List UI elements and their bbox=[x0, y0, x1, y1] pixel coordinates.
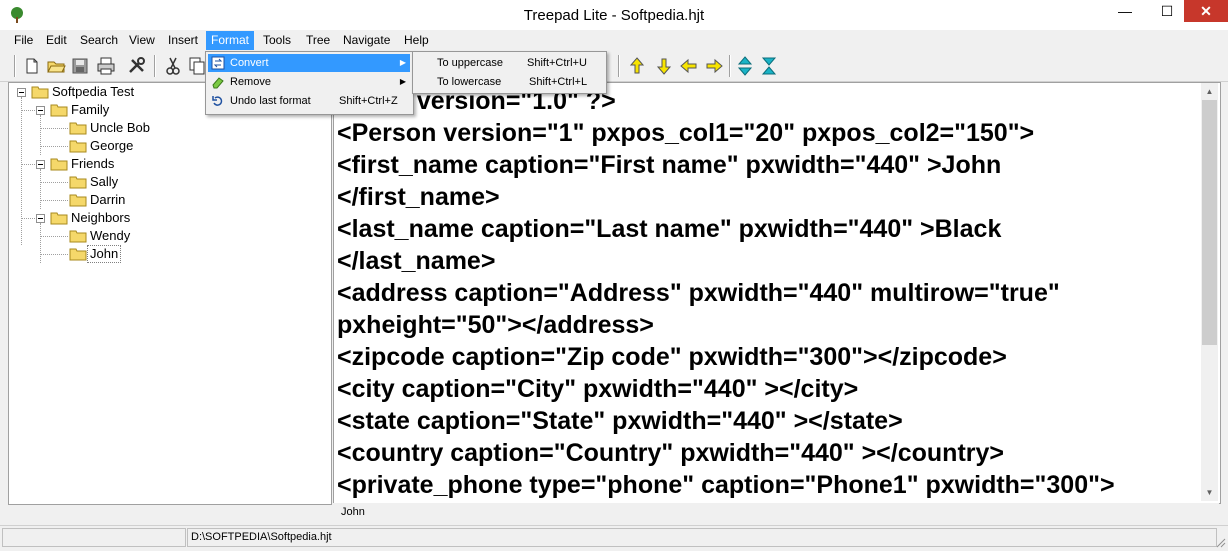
menu-format[interactable]: Format bbox=[206, 31, 255, 50]
convert-to-uppercase[interactable]: To uppercase Shift+Ctrl+U bbox=[415, 54, 603, 72]
eraser-icon bbox=[212, 77, 224, 89]
submenu-arrow-icon: ▶ bbox=[399, 77, 406, 86]
menu-insert[interactable]: Insert bbox=[163, 31, 203, 50]
tree-line bbox=[21, 97, 22, 245]
editor-line: </last_name> bbox=[337, 247, 496, 275]
save-icon[interactable] bbox=[69, 55, 91, 77]
editor-line: <city caption="City" pxwidth="440" ></ci… bbox=[337, 375, 859, 403]
menu-view[interactable]: View bbox=[124, 31, 160, 50]
expand-icon[interactable] bbox=[734, 55, 756, 77]
tree-line bbox=[40, 128, 68, 129]
move-right-icon[interactable] bbox=[703, 55, 725, 77]
convert-submenu: To uppercase Shift+Ctrl+U To lowercase S… bbox=[412, 51, 607, 94]
menu-search[interactable]: Search bbox=[75, 31, 123, 50]
tools-icon[interactable] bbox=[126, 55, 148, 77]
menu-navigate[interactable]: Navigate bbox=[338, 31, 395, 50]
article-editor[interactable]: <?xml version="1.0" ?> <Person version="… bbox=[333, 82, 1221, 504]
close-button[interactable]: ✕ bbox=[1184, 0, 1228, 22]
folder-open-icon bbox=[31, 86, 49, 99]
move-down-icon[interactable] bbox=[653, 55, 675, 77]
submenu-arrow-icon: ▶ bbox=[399, 58, 406, 67]
toolbar-separator bbox=[14, 55, 16, 77]
tree-line bbox=[21, 164, 35, 165]
tree-line bbox=[40, 169, 41, 209]
format-menu-remove[interactable]: Remove ▶ bbox=[208, 73, 410, 91]
collapse-icon[interactable] bbox=[758, 55, 780, 77]
folder-icon bbox=[69, 248, 87, 261]
format-menu-undo-last-format[interactable]: Undo last format Shift+Ctrl+Z bbox=[208, 92, 410, 110]
folder-icon bbox=[50, 212, 68, 225]
move-up-icon[interactable] bbox=[626, 55, 648, 77]
resize-grip-icon[interactable] bbox=[1214, 536, 1226, 548]
tree-line bbox=[40, 254, 68, 255]
convert-icon bbox=[211, 56, 225, 70]
editor-line: <state caption="State" pxwidth="440" ></… bbox=[337, 407, 903, 435]
folder-icon bbox=[69, 122, 87, 135]
folder-icon bbox=[50, 104, 68, 117]
editor-line: <country caption="Country" pxwidth="440"… bbox=[337, 439, 1005, 467]
new-document-icon[interactable] bbox=[21, 55, 43, 77]
editor-scrollbar[interactable]: ▲ ▼ bbox=[1201, 83, 1218, 501]
print-icon[interactable] bbox=[95, 55, 117, 77]
format-menu-convert[interactable]: Convert ▶ bbox=[208, 54, 410, 72]
status-bar: D:\SOFTPEDIA\Softpedia.hjt bbox=[0, 525, 1228, 551]
folder-icon bbox=[69, 230, 87, 243]
toolbar-separator bbox=[618, 55, 620, 77]
editor-line: <Person version="1" pxpos_col1="20" pxpo… bbox=[337, 119, 1035, 147]
tree-line bbox=[40, 200, 68, 201]
editor-line: </first_name> bbox=[337, 183, 500, 211]
collapse-toggle[interactable] bbox=[17, 88, 26, 97]
tree-line bbox=[40, 182, 68, 183]
scroll-down-icon[interactable]: ▼ bbox=[1201, 484, 1218, 501]
convert-to-lowercase[interactable]: To lowercase Shift+Ctrl+L bbox=[415, 73, 603, 91]
editor-line: <address caption="Address" pxwidth="440"… bbox=[337, 279, 1060, 307]
editor-line: pxheight="50"></address> bbox=[337, 311, 654, 339]
status-cell-empty bbox=[2, 528, 186, 547]
move-left-icon[interactable] bbox=[678, 55, 700, 77]
cut-icon[interactable] bbox=[162, 55, 184, 77]
tree-line bbox=[40, 223, 41, 263]
undo-icon bbox=[212, 96, 223, 106]
maximize-button[interactable]: ☐ bbox=[1146, 0, 1188, 22]
menu-bar: File Edit Search View Insert Format Tool… bbox=[0, 30, 1228, 51]
toolbar bbox=[0, 51, 1228, 82]
scroll-thumb[interactable] bbox=[1202, 100, 1217, 345]
title-bar: Treepad Lite - Softpedia.hjt — ☐ ✕ bbox=[0, 0, 1228, 30]
folder-icon bbox=[50, 158, 68, 171]
folder-icon bbox=[69, 194, 87, 207]
scroll-up-icon[interactable]: ▲ bbox=[1201, 83, 1218, 100]
tree-line bbox=[40, 115, 41, 155]
menu-tools[interactable]: Tools bbox=[258, 31, 296, 50]
current-node-name: John bbox=[341, 506, 365, 518]
menu-tree[interactable]: Tree bbox=[301, 31, 335, 50]
menu-help[interactable]: Help bbox=[399, 31, 434, 50]
minimize-button[interactable]: — bbox=[1104, 0, 1146, 22]
tree-line bbox=[21, 218, 35, 219]
menu-file[interactable]: File bbox=[9, 31, 38, 50]
window-title: Treepad Lite - Softpedia.hjt bbox=[523, 7, 705, 24]
open-folder-icon[interactable] bbox=[45, 55, 67, 77]
format-menu: Convert ▶ Remove ▶ Undo last format Shif… bbox=[205, 51, 414, 115]
tree-line bbox=[40, 146, 68, 147]
tree-line bbox=[21, 110, 35, 111]
tree-line bbox=[40, 236, 68, 237]
current-node-label: John bbox=[333, 503, 1219, 523]
folder-icon bbox=[69, 176, 87, 189]
editor-line: <zipcode caption="Zip code" pxwidth="300… bbox=[337, 343, 1007, 371]
status-file-path: D:\SOFTPEDIA\Softpedia.hjt bbox=[187, 528, 1217, 547]
editor-line: <first_name caption="First name" pxwidth… bbox=[337, 151, 1002, 179]
toolbar-separator bbox=[154, 55, 156, 77]
collapse-toggle[interactable] bbox=[36, 106, 45, 115]
collapse-toggle[interactable] bbox=[36, 214, 45, 223]
editor-line: <last_name caption="Last name" pxwidth="… bbox=[337, 215, 1002, 243]
toolbar-separator bbox=[729, 55, 731, 77]
collapse-toggle[interactable] bbox=[36, 160, 45, 169]
tree-pane[interactable]: Softpedia Test Family Uncle Bob George F… bbox=[8, 82, 332, 505]
editor-line: <private_phone type="phone" caption="Pho… bbox=[337, 471, 1115, 499]
folder-icon bbox=[69, 140, 87, 153]
menu-edit[interactable]: Edit bbox=[41, 31, 72, 50]
